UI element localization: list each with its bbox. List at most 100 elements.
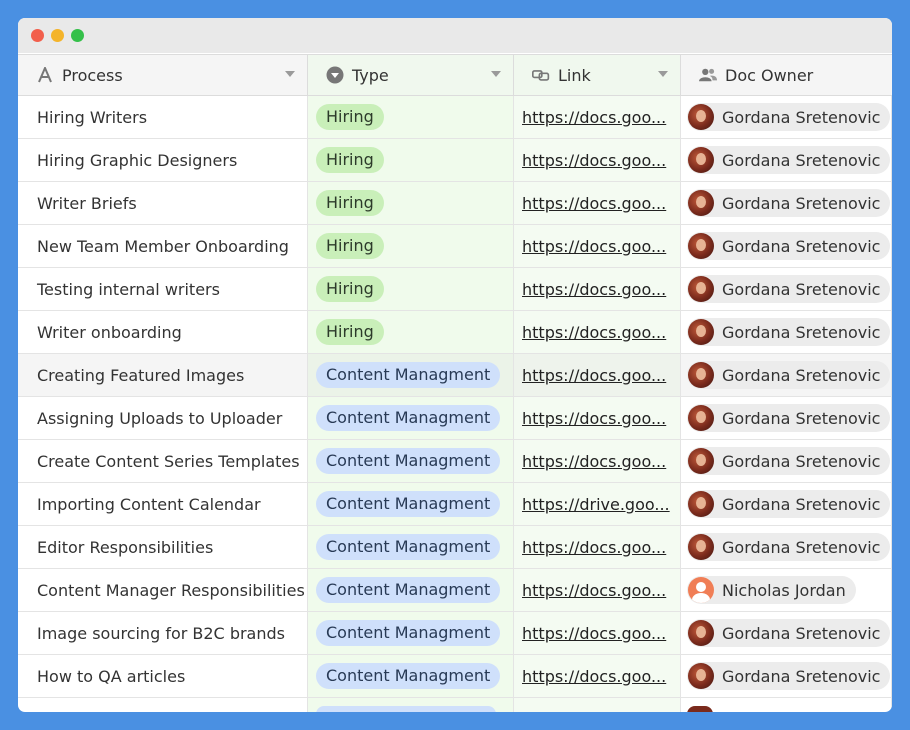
table-row[interactable]: Editor Responsibilities Content Managment… (18, 526, 892, 569)
cell-link[interactable]: https://docs.goo... (514, 397, 681, 439)
close-window-button[interactable] (31, 29, 44, 42)
cell-process[interactable]: Content Manager Responsibilities (18, 569, 308, 611)
table-row[interactable]: Writer onboarding Hiring https://docs.goo.… (18, 311, 892, 354)
cell-doc-owner[interactable]: Gordana Sretenovic (681, 526, 892, 568)
cell-doc-owner[interactable]: Gordana Sretenovic (681, 397, 892, 439)
table-row[interactable]: Create Content Series Templates Content M… (18, 440, 892, 483)
cell-link[interactable]: https://docs.goo... (514, 569, 681, 611)
doc-link[interactable]: https://docs.goo... (522, 667, 672, 686)
cell-process[interactable]: Importing Content Calendar (18, 483, 308, 525)
column-header-link[interactable]: Link (514, 55, 681, 95)
doc-link[interactable]: https://docs.goo... (522, 624, 672, 643)
cell-doc-owner[interactable]: Gordana Sretenovic (681, 182, 892, 224)
cell-process[interactable]: Writer onboarding (18, 311, 308, 353)
cell-link[interactable]: https://docs.goo... (514, 139, 681, 181)
doc-link[interactable]: https://docs.goo... (522, 151, 672, 170)
cell-doc-owner[interactable]: Gordana Sretenovic (681, 655, 892, 697)
doc-link[interactable]: https://docs.goo... (522, 409, 672, 428)
owner-chip[interactable]: Gordana Sretenovic (687, 447, 891, 475)
owner-chip[interactable]: Gordana Sretenovic (687, 619, 891, 647)
cell-process[interactable]: How to QA articles (18, 655, 308, 697)
minimize-window-button[interactable] (51, 29, 64, 42)
cell-link[interactable]: https://docs.goo... (514, 182, 681, 224)
owner-chip[interactable]: Nicholas Jordan (687, 576, 856, 604)
cell-type[interactable]: Content Managment (308, 440, 514, 482)
cell-doc-owner[interactable]: Gordana Sretenovic (681, 483, 892, 525)
cell-type[interactable]: Hiring (308, 311, 514, 353)
cell-process[interactable]: Writer Briefs (18, 182, 308, 224)
maximize-window-button[interactable] (71, 29, 84, 42)
cell-type[interactable]: Hiring (308, 182, 514, 224)
chevron-down-icon[interactable] (658, 71, 668, 77)
doc-link[interactable]: https://docs.goo... (522, 366, 672, 385)
cell-type[interactable]: Hiring (308, 96, 514, 138)
cell-doc-owner[interactable]: Gordana Sretenovic (681, 612, 892, 654)
cell-doc-owner[interactable]: Gordana Sretenovic (681, 440, 892, 482)
cell-process[interactable]: Create Content Series Templates (18, 440, 308, 482)
cell-type[interactable]: Hiring (308, 225, 514, 267)
table-row[interactable]: Hiring Graphic Designers Hiring https://do… (18, 139, 892, 182)
cell-type[interactable]: Content Managment (308, 526, 514, 568)
cell-process[interactable]: Hiring Writers (18, 96, 308, 138)
cell-doc-owner[interactable]: Gordana Sretenovic (681, 311, 892, 353)
cell-process[interactable]: Testing internal writers (18, 268, 308, 310)
column-header-process[interactable]: Process (18, 55, 308, 95)
owner-chip[interactable]: Gordana Sretenovic (687, 275, 891, 303)
doc-link[interactable]: https://docs.goo... (522, 237, 672, 256)
owner-chip[interactable]: Gordana Sretenovic (687, 318, 891, 346)
cell-process[interactable]: Editor Responsibilities (18, 526, 308, 568)
table-row[interactable]: Writer Briefs Hiring https://docs.goo... Go… (18, 182, 892, 225)
table-row[interactable]: Importing Content Calendar Content Managm… (18, 483, 892, 526)
owner-chip[interactable]: Gordana Sretenovic (687, 533, 891, 561)
cell-doc-owner[interactable]: Gordana Sretenovic (681, 354, 892, 396)
cell-type[interactable]: Content Managment (308, 354, 514, 396)
chevron-down-icon[interactable] (491, 71, 501, 77)
owner-chip[interactable]: Gordana Sretenovic (687, 146, 891, 174)
owner-chip[interactable]: Gordana Sretenovic (687, 404, 891, 432)
doc-link[interactable]: https://drive.goo... (522, 495, 672, 514)
cell-process[interactable]: Creating Featured Images (18, 354, 308, 396)
table-row[interactable]: Hiring Writers Hiring https://docs.goo... G… (18, 96, 892, 139)
cell-type[interactable]: Content Managment (308, 397, 514, 439)
doc-link[interactable]: https://docs.goo... (522, 280, 672, 299)
table-row[interactable]: Assigning Uploads to Uploader Content Man… (18, 397, 892, 440)
cell-doc-owner[interactable]: Gordana Sretenovic (681, 225, 892, 267)
owner-chip[interactable]: Gordana Sretenovic (687, 232, 891, 260)
column-header-type[interactable]: Type (308, 55, 514, 95)
cell-link[interactable]: https://drive.goo... (514, 483, 681, 525)
doc-link[interactable]: https://docs.goo... (522, 452, 672, 471)
table-row[interactable]: How to QA articles Content Managment https… (18, 655, 892, 698)
table-row[interactable]: New Team Member Onboarding Hiring https://… (18, 225, 892, 268)
table-row[interactable]: Content Manager Responsibilities Content … (18, 569, 892, 612)
table-row[interactable]: Creating Featured Images Content Managmen… (18, 354, 892, 397)
table-row[interactable]: Image sourcing for B2C brands Content Man… (18, 612, 892, 655)
cell-process[interactable]: Assigning Uploads to Uploader (18, 397, 308, 439)
cell-link[interactable]: https://docs.goo... (514, 354, 681, 396)
cell-link[interactable]: https://docs.goo... (514, 440, 681, 482)
cell-process[interactable]: New Team Member Onboarding (18, 225, 308, 267)
cell-type[interactable]: Content Managment (308, 655, 514, 697)
cell-doc-owner[interactable]: Gordana Sretenovic (681, 96, 892, 138)
cell-doc-owner[interactable]: Gordana Sretenovic (681, 268, 892, 310)
doc-link[interactable]: https://docs.goo... (522, 581, 672, 600)
cell-link[interactable]: https://docs.goo... (514, 268, 681, 310)
cell-link[interactable]: https://docs.goo... (514, 311, 681, 353)
cell-type[interactable]: Content Managment (308, 483, 514, 525)
owner-chip[interactable]: Gordana Sretenovic (687, 189, 891, 217)
doc-link[interactable]: https://docs.goo... (522, 194, 672, 213)
cell-doc-owner[interactable]: Nicholas Jordan (681, 569, 892, 611)
cell-process[interactable]: Hiring Graphic Designers (18, 139, 308, 181)
owner-chip[interactable]: Gordana Sretenovic (687, 361, 891, 389)
cell-type[interactable]: Hiring (308, 268, 514, 310)
cell-link[interactable]: https://docs.goo... (514, 225, 681, 267)
cell-link[interactable]: https://docs.goo... (514, 612, 681, 654)
doc-link[interactable]: https://docs.goo... (522, 323, 672, 342)
cell-link[interactable]: https://docs.goo... (514, 526, 681, 568)
cell-link[interactable]: https://docs.goo... (514, 96, 681, 138)
doc-link[interactable]: https://docs.goo... (522, 538, 672, 557)
cell-type[interactable]: Content Managment (308, 612, 514, 654)
owner-chip[interactable]: Gordana Sretenovic (687, 490, 891, 518)
doc-link[interactable]: https://docs.goo... (522, 108, 672, 127)
column-header-doc-owner[interactable]: Doc Owner (681, 55, 892, 95)
cell-link[interactable]: https://docs.goo... (514, 655, 681, 697)
